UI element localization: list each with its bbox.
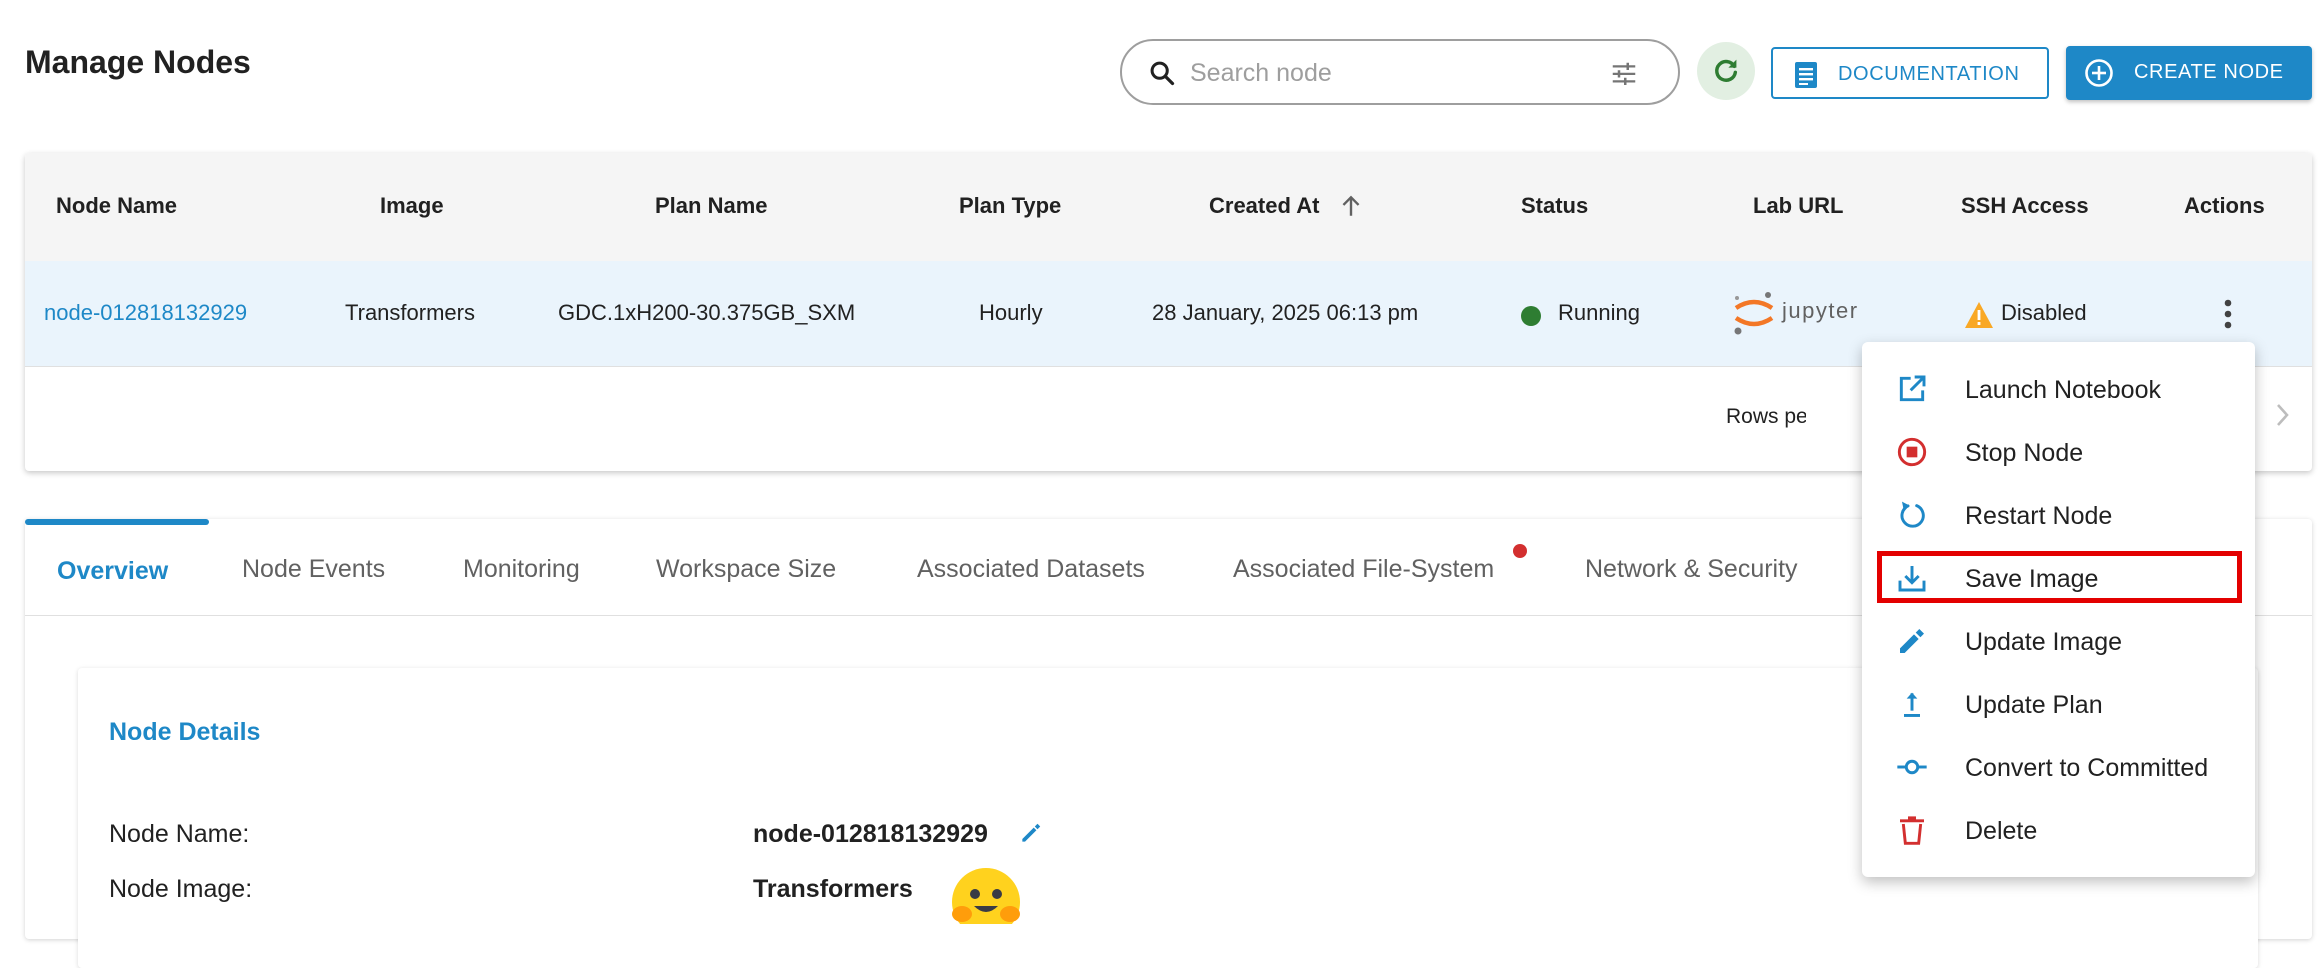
menu-item-label: Stop Node [1965, 439, 2084, 467]
document-icon [1793, 61, 1819, 95]
page-title: Manage Nodes [25, 44, 251, 80]
rows-per-page-label: Rows per pag [1726, 405, 1806, 428]
refresh-icon [1715, 59, 1738, 82]
node-image-label: Node Image: [109, 875, 253, 903]
warning-icon [1964, 301, 1994, 334]
column-header-lab-url[interactable]: Lab URL [1753, 193, 1843, 219]
documentation-button[interactable]: DOCUMENTATION [1771, 47, 2049, 99]
node-name-label: Node Name: [109, 820, 250, 848]
edit-icon[interactable] [1018, 820, 1044, 851]
column-header-plan-name[interactable]: Plan Name [655, 193, 768, 219]
lab-url-link[interactable]: jupyter [1782, 298, 1859, 324]
plan-name-cell: GDC.1xH200-30.375GB_SXM [558, 300, 856, 325]
tab-monitoring[interactable]: Monitoring [463, 555, 580, 584]
menu-item-launch-notebook[interactable]: Launch Notebook [1862, 358, 2255, 420]
filter-tune-icon[interactable] [1609, 59, 1639, 94]
plan-type-cell: Hourly [979, 300, 1043, 325]
image-cell: Transformers [345, 300, 475, 325]
created-at-cell: 28 January, 2025 06:13 pm [1152, 300, 1419, 325]
create-node-button[interactable]: CREATE NODE [2066, 46, 2312, 100]
more-vert-icon[interactable] [2223, 299, 2233, 334]
trash-icon [1896, 814, 1928, 851]
tab-node-events[interactable]: Node Events [242, 555, 385, 584]
stop-circle-icon [1896, 436, 1928, 473]
upload-arrow-icon [1896, 688, 1928, 725]
jupyter-logo-icon[interactable] [1732, 290, 1776, 341]
node-name-link[interactable]: node-012818132929 [44, 300, 247, 326]
hugging-face-icon [948, 864, 1024, 936]
tab-overview[interactable]: Overview [57, 557, 168, 586]
tab-network-security[interactable]: Network & Security [1585, 555, 1798, 584]
column-header-actions: Actions [2184, 193, 2265, 218]
menu-item-restart-node[interactable]: Restart Node [1862, 484, 2255, 546]
notification-dot [1513, 544, 1527, 558]
menu-item-label: Restart Node [1965, 502, 2113, 530]
menu-item-label: Delete [1965, 817, 2038, 845]
column-header-image[interactable]: Image [380, 193, 444, 219]
column-header-created-at[interactable]: Created At [1209, 193, 1319, 219]
column-header-plan-type[interactable]: Plan Type [959, 193, 1061, 219]
sort-ascending-icon[interactable] [1338, 193, 1364, 224]
menu-item-label: Convert to Committed [1965, 754, 2209, 782]
menu-item-convert-to-committed[interactable]: Convert to Committed [1862, 736, 2255, 798]
menu-item-label: Update Image [1965, 628, 2123, 656]
search-icon [1148, 59, 1176, 92]
menu-item-label: Update Plan [1965, 691, 2103, 719]
create-node-label: CREATE NODE [2134, 61, 2284, 83]
actions-menu: Launch Notebook Stop Node Restart Node S… [1862, 342, 2255, 877]
add-circle-icon [2084, 58, 2114, 94]
next-page-icon[interactable] [2275, 401, 2291, 434]
highlight-box [1877, 551, 2242, 603]
documentation-label: DOCUMENTATION [1838, 63, 2020, 85]
menu-item-delete[interactable]: Delete [1862, 799, 2255, 861]
tab-associated-file-system[interactable]: Associated File-System [1233, 555, 1494, 584]
status-cell: Running [1558, 300, 1640, 325]
status-running-dot [1521, 306, 1541, 326]
node-details-title: Node Details [109, 718, 261, 746]
ssh-access-cell: Disabled [2001, 300, 2087, 325]
menu-item-update-plan[interactable]: Update Plan [1862, 673, 2255, 735]
table-header: Node Name Image Plan Name Plan Type Crea… [25, 153, 2312, 262]
restart-icon [1896, 499, 1928, 536]
tab-associated-datasets[interactable]: Associated Datasets [917, 555, 1145, 584]
tab-workspace-size[interactable]: Workspace Size [656, 555, 836, 584]
column-header-ssh-access[interactable]: SSH Access [1961, 193, 2089, 219]
search-bar[interactable] [1120, 39, 1680, 105]
refresh-button[interactable] [1697, 42, 1755, 100]
open-in-new-icon [1896, 373, 1928, 410]
column-header-status[interactable]: Status [1521, 193, 1588, 219]
commit-icon [1896, 751, 1928, 788]
node-name-value: node-012818132929 [753, 820, 988, 848]
node-image-value: Transformers [753, 875, 913, 903]
active-tab-indicator [25, 519, 209, 525]
column-header-node-name[interactable]: Node Name [56, 193, 177, 219]
menu-item-stop-node[interactable]: Stop Node [1862, 421, 2255, 483]
search-input[interactable] [1188, 51, 1592, 95]
menu-item-update-image[interactable]: Update Image [1862, 610, 2255, 672]
menu-item-label: Launch Notebook [1965, 376, 2161, 404]
pencil-icon [1896, 625, 1928, 662]
